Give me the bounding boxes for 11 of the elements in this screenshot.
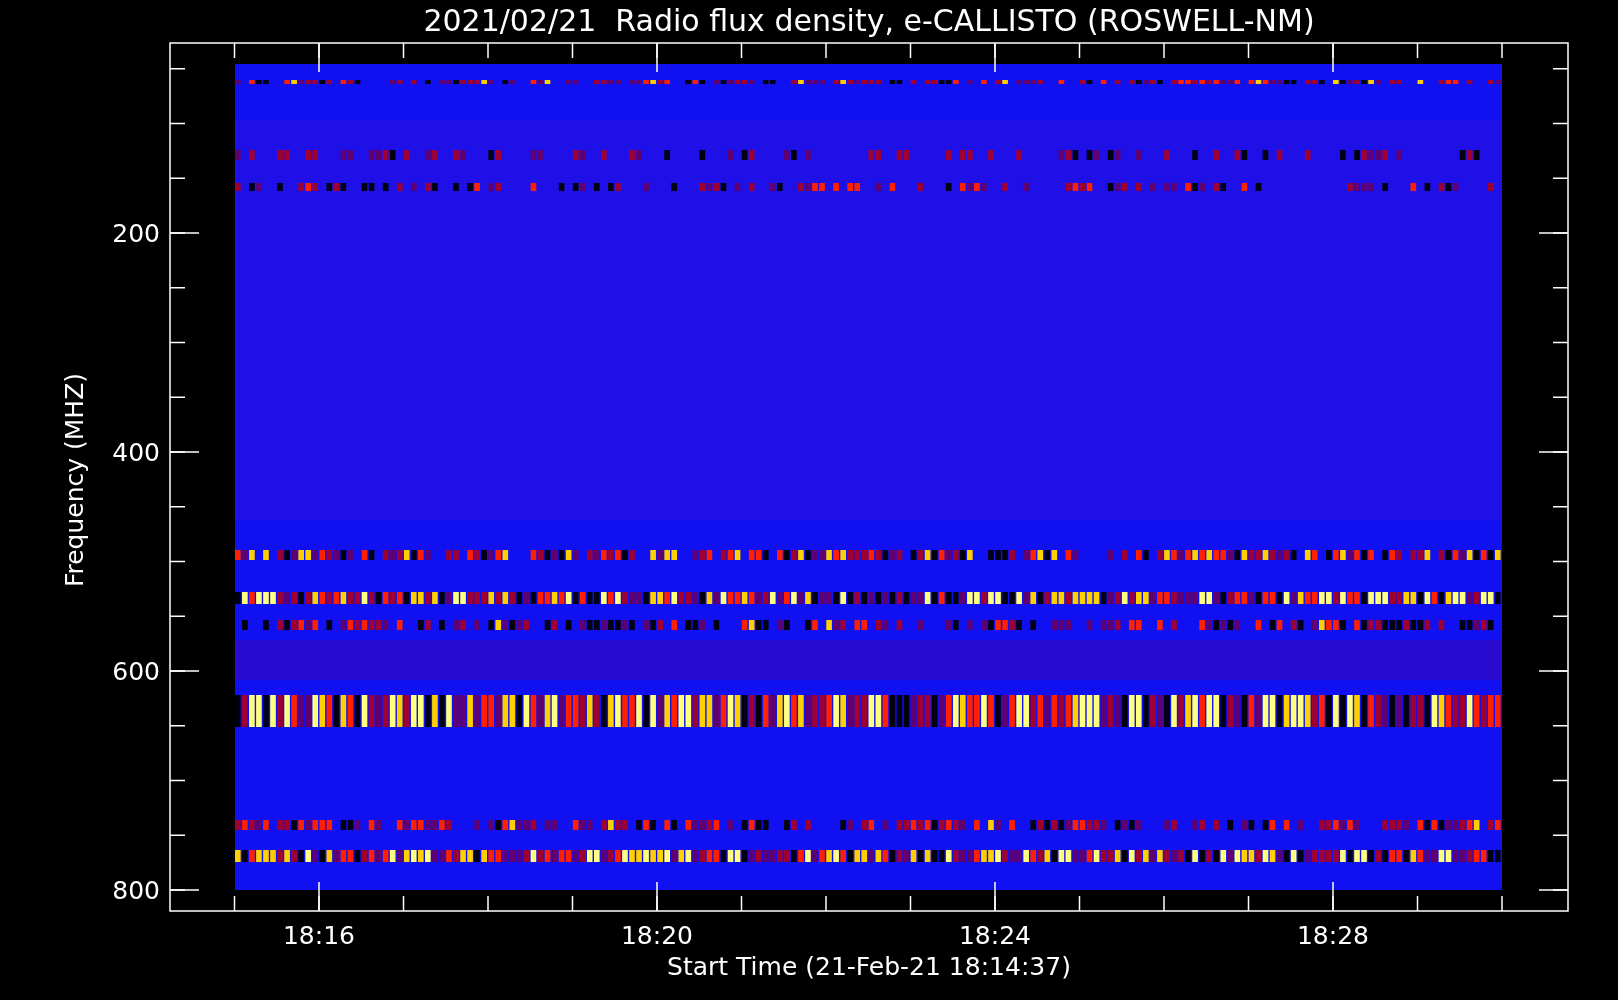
axis-title: Frequency (MHZ) <box>60 372 89 588</box>
axis-tick-label: 18:24 <box>959 921 1031 950</box>
axis-tick-label: 18:20 <box>621 921 693 950</box>
axis-tick-label: 400 <box>112 438 160 467</box>
axis-tick-label: 800 <box>112 876 160 905</box>
axis-tick-label: 600 <box>112 657 160 686</box>
axis-tick-label: 200 <box>112 219 160 248</box>
axis-tick-label: 18:28 <box>1297 921 1369 950</box>
chart-title: 2021/02/21 Radio flux density, e-CALLISTO (ROSWELL-NM) <box>423 3 1315 38</box>
axis-tick-label: 18:16 <box>283 921 355 950</box>
axis-title: Start Time (21-Feb-21 18:14:37) <box>667 952 1071 981</box>
